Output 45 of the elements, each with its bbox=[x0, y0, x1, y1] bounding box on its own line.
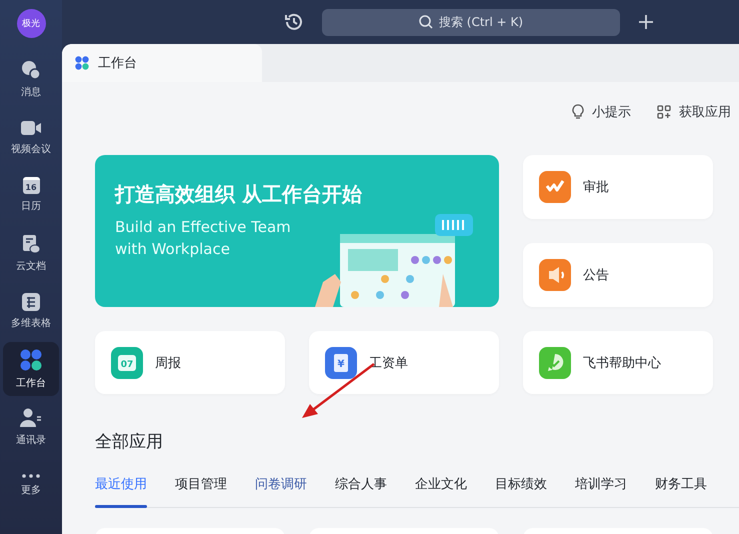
document-cloud-icon bbox=[21, 234, 41, 254]
four-dots-icon bbox=[20, 348, 42, 370]
sidebar-item[interactable]: 工作台 bbox=[3, 342, 59, 396]
toolbar-link[interactable]: 获取应用 bbox=[657, 102, 731, 122]
banner-subtitle: Build an Effective Team with Workplace bbox=[115, 217, 292, 260]
table-grid-icon bbox=[22, 292, 40, 310]
category-tab[interactable]: 项目管理 bbox=[175, 475, 255, 507]
add-icon[interactable] bbox=[638, 14, 654, 30]
sidebar-item[interactable]: 多维表格 bbox=[3, 284, 59, 338]
sidebar-item[interactable]: 通讯录 bbox=[3, 400, 59, 454]
toolbar-link[interactable]: 小提示 bbox=[572, 102, 631, 122]
workplace-tab[interactable]: 工作台 bbox=[62, 44, 262, 82]
category-tab[interactable]: 最近使用 bbox=[95, 475, 175, 507]
more-dots-icon bbox=[22, 474, 40, 478]
category-tab[interactable]: 综合人事 bbox=[335, 475, 415, 507]
history-icon[interactable] bbox=[284, 12, 304, 32]
sidebar-item[interactable]: 视频会议 bbox=[3, 110, 59, 164]
category-tab[interactable]: 目标绩效 bbox=[495, 475, 575, 507]
tab-title: 工作台 bbox=[98, 55, 137, 72]
category-tab[interactable]: 财务工具 bbox=[655, 475, 735, 507]
video-camera-icon bbox=[20, 118, 42, 136]
app-card[interactable]: 飞书帮助中心 bbox=[523, 331, 713, 394]
app-card[interactable]: 公告 bbox=[523, 243, 713, 307]
section-title: 全部应用 bbox=[95, 431, 164, 453]
search-icon bbox=[418, 15, 433, 29]
search-field[interactable]: 搜索 (Ctrl + K) bbox=[322, 8, 620, 36]
payroll-app-icon: ¥ bbox=[325, 346, 357, 378]
sidebar-item[interactable]: 16 日历 bbox=[3, 168, 59, 222]
sidebar-item[interactable]: 消息 bbox=[3, 52, 59, 106]
calendar-icon: 16 bbox=[22, 177, 40, 194]
weekly-app-icon: 07 bbox=[111, 346, 143, 378]
user-avatar[interactable]: 极光 bbox=[16, 9, 46, 38]
category-tab[interactable]: 培训学习 bbox=[575, 475, 655, 507]
apps-grid-icon bbox=[657, 105, 671, 119]
lightbulb-icon bbox=[572, 104, 584, 120]
banner-title: 打造高效组织 从工作台开始 bbox=[115, 181, 363, 208]
four-dots-icon bbox=[75, 56, 89, 70]
app-card[interactable]: 审批 bbox=[523, 155, 713, 219]
app-card[interactable]: 07 周报 bbox=[95, 331, 285, 394]
sidebar-item[interactable]: 更多 bbox=[3, 458, 59, 512]
person-icon bbox=[20, 408, 42, 428]
chat-bubbles-icon bbox=[21, 60, 41, 80]
sidebar-item[interactable]: 云文档 bbox=[3, 226, 59, 280]
category-tab[interactable]: 问卷调研 bbox=[255, 475, 335, 507]
category-tab[interactable]: 企业文化 bbox=[415, 475, 495, 507]
